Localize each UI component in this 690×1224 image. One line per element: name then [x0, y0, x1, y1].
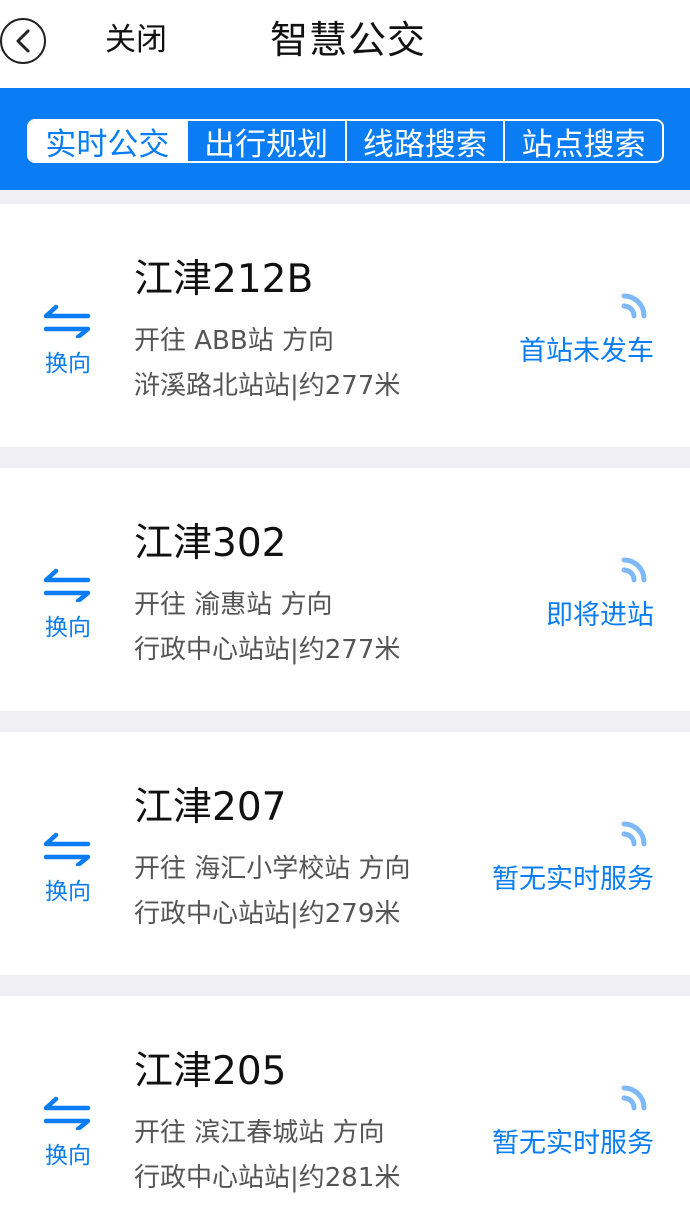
- tab-stop-search[interactable]: 站点搜索: [503, 121, 662, 161]
- route-direction: 开往 滨江春城站 方向: [134, 1118, 385, 1148]
- segmented-tabs: 实时公交 出行规划 线路搜索 站点搜索: [27, 119, 664, 163]
- top-bar: 关闭 智慧公交: [0, 0, 690, 88]
- route-name: 江津207: [134, 785, 287, 830]
- swap-direction-button[interactable]: 换向: [40, 304, 96, 377]
- swap-direction-icon: [43, 1096, 91, 1130]
- route-name: 江津212B: [134, 257, 314, 302]
- route-card[interactable]: 换向 江津212B 开往 ABB站 方向 浒溪路北站站|约277米 首站未发车: [0, 204, 690, 447]
- swap-direction-button[interactable]: 换向: [40, 832, 96, 905]
- back-icon[interactable]: [0, 18, 46, 64]
- arrival-status: 暂无实时服务: [492, 864, 654, 895]
- nearest-stop: 行政中心站站|约281米: [134, 1163, 401, 1193]
- swap-label: 换向: [45, 879, 91, 905]
- route-direction: 开往 ABB站 方向: [134, 326, 334, 356]
- swap-direction-button[interactable]: 换向: [40, 1096, 96, 1169]
- route-card[interactable]: 换向 江津205 开往 滨江春城站 方向 行政中心站站|约281米 暂无实时服务: [0, 996, 690, 1224]
- swap-direction-button[interactable]: 换向: [40, 568, 96, 641]
- route-name: 江津205: [134, 1049, 287, 1094]
- nearest-stop: 行政中心站站|约277米: [134, 635, 401, 665]
- tab-realtime-bus[interactable]: 实时公交: [29, 121, 186, 161]
- tab-band: 实时公交 出行规划 线路搜索 站点搜索: [0, 88, 690, 190]
- swap-label: 换向: [45, 1143, 91, 1169]
- signal-icon: [621, 1085, 647, 1111]
- route-name: 江津302: [134, 521, 287, 566]
- route-card[interactable]: 换向 江津207 开往 海汇小学校站 方向 行政中心站站|约279米 暂无实时服…: [0, 732, 690, 975]
- nearest-stop: 行政中心站站|约279米: [134, 899, 401, 929]
- swap-direction-icon: [43, 304, 91, 338]
- route-list: 换向 江津212B 开往 ABB站 方向 浒溪路北站站|约277米 首站未发车 …: [0, 204, 690, 1224]
- arrival-status: 暂无实时服务: [492, 1128, 654, 1159]
- signal-icon: [621, 821, 647, 847]
- signal-icon: [621, 557, 647, 583]
- route-card[interactable]: 换向 江津302 开往 渝惠站 方向 行政中心站站|约277米 即将进站: [0, 468, 690, 711]
- nearest-stop: 浒溪路北站站|约277米: [134, 371, 401, 401]
- swap-label: 换向: [45, 615, 91, 641]
- swap-label: 换向: [45, 351, 91, 377]
- tab-trip-planning[interactable]: 出行规划: [185, 121, 345, 161]
- route-direction: 开往 海汇小学校站 方向: [134, 854, 411, 884]
- page-title: 智慧公交: [270, 18, 427, 62]
- tab-route-search[interactable]: 线路搜索: [344, 121, 504, 161]
- arrival-status: 即将进站: [546, 600, 654, 631]
- route-direction: 开往 渝惠站 方向: [134, 590, 333, 620]
- swap-direction-icon: [43, 832, 91, 866]
- signal-icon: [621, 293, 647, 319]
- swap-direction-icon: [43, 568, 91, 602]
- arrival-status: 首站未发车: [519, 336, 654, 367]
- close-button[interactable]: 关闭: [105, 20, 167, 60]
